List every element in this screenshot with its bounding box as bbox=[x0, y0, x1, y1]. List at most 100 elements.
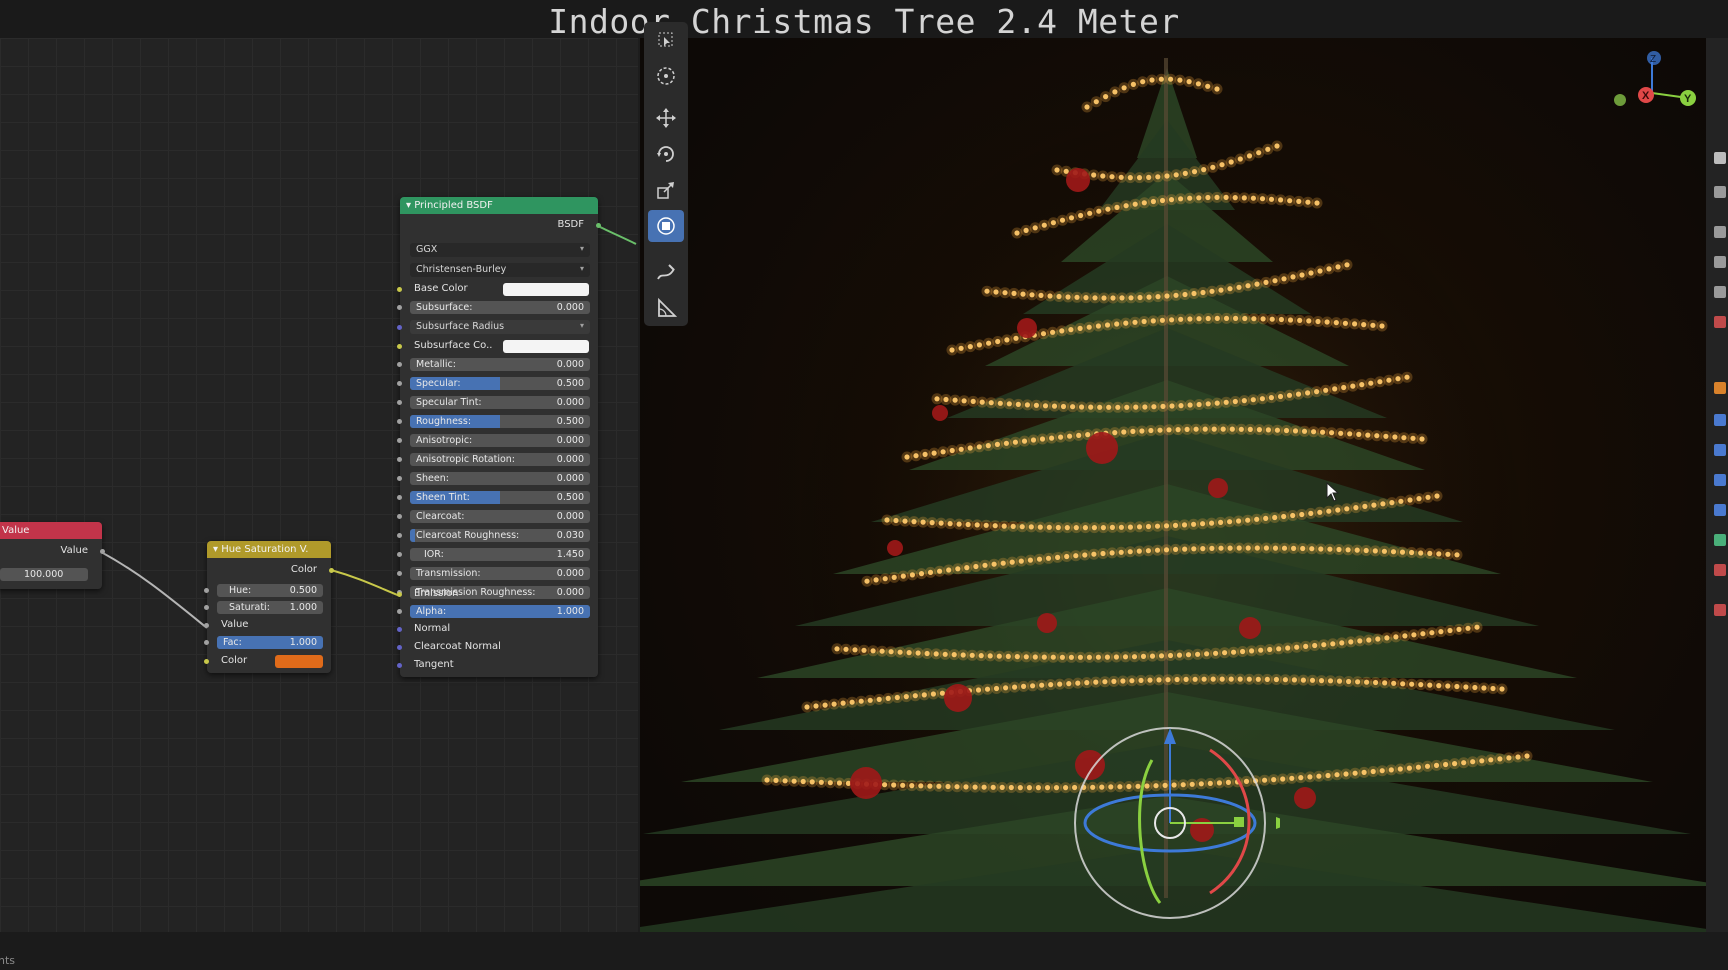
fac-input-socket[interactable] bbox=[204, 640, 209, 645]
value-input-socket[interactable] bbox=[204, 623, 209, 628]
clearcoat-normal-socket[interactable] bbox=[397, 645, 402, 650]
value-output-socket[interactable] bbox=[100, 549, 105, 554]
3d-viewport[interactable]: Z Y X bbox=[640, 38, 1706, 932]
bsdf-field-value: 0.000 bbox=[556, 511, 584, 522]
bsdf-field-label: Sheen Tint: bbox=[416, 492, 470, 503]
color-input-socket[interactable] bbox=[204, 659, 209, 664]
bsdf-field-value: 0.000 bbox=[556, 568, 584, 579]
hue-field-value: 0.500 bbox=[289, 585, 317, 596]
fac-field[interactable]: Fac: 1.000 bbox=[217, 636, 323, 649]
annotate-icon[interactable] bbox=[648, 256, 684, 288]
navigation-axis-gizmo[interactable]: Z Y X bbox=[1600, 38, 1706, 128]
tool-tab-icon[interactable] bbox=[1714, 152, 1726, 164]
bsdf-output-socket[interactable] bbox=[596, 223, 601, 228]
modifier-tab-icon[interactable] bbox=[1714, 414, 1726, 426]
bsdf-field-ior[interactable]: IOR: 1.450 bbox=[410, 548, 590, 561]
output-tab-icon[interactable] bbox=[1714, 226, 1726, 238]
fac-field-label: Fac: bbox=[223, 637, 242, 648]
ornament-ball bbox=[850, 767, 882, 799]
bsdf-field-sheen-tint[interactable]: Sheen Tint: 0.500 bbox=[410, 491, 590, 504]
transform-gizmo[interactable] bbox=[1060, 688, 1280, 928]
subsurface-radius-dropdown[interactable]: Subsurface Radius ▾ bbox=[410, 320, 590, 334]
bsdf-field-socket[interactable] bbox=[397, 438, 402, 443]
view-layer-tab-icon[interactable] bbox=[1714, 256, 1726, 268]
bsdf-field-anisotropic-rotation[interactable]: Anisotropic Rotation: 0.000 bbox=[410, 453, 590, 466]
bsdf-field-clearcoat[interactable]: Clearcoat: 0.000 bbox=[410, 510, 590, 523]
normal-socket[interactable] bbox=[397, 627, 402, 632]
transform-icon[interactable] bbox=[648, 210, 684, 242]
hue-saturation-value-node[interactable]: ▾ Hue Saturation V. Color Hue: 0.500 Sat… bbox=[204, 541, 334, 673]
subsurface-method-dropdown[interactable]: Christensen-Burley ▾ bbox=[410, 263, 590, 277]
light-glow bbox=[992, 336, 1004, 347]
render-tab-icon[interactable] bbox=[1714, 186, 1726, 198]
distribution-dropdown[interactable]: GGX ▾ bbox=[410, 243, 590, 257]
object-tab-icon[interactable] bbox=[1714, 382, 1726, 394]
base-color-socket[interactable] bbox=[397, 287, 402, 292]
saturation-field[interactable]: Saturati: 1.000 bbox=[217, 601, 323, 614]
hue-color-label: Color bbox=[221, 655, 248, 666]
hue-node-header[interactable]: ▾ Hue Saturation V. bbox=[207, 541, 331, 558]
bsdf-node-header[interactable]: ▾ Principled BSDF bbox=[400, 197, 598, 214]
particles-tab-icon[interactable] bbox=[1714, 444, 1726, 456]
bsdf-field-socket[interactable] bbox=[397, 476, 402, 481]
hue-input-socket[interactable] bbox=[204, 588, 209, 593]
bsdf-field-socket[interactable] bbox=[397, 305, 402, 310]
tangent-socket[interactable] bbox=[397, 663, 402, 668]
bsdf-field-socket[interactable] bbox=[397, 552, 402, 557]
bsdf-field-transmission[interactable]: Transmission: 0.000 bbox=[410, 567, 590, 580]
bsdf-field-socket[interactable] bbox=[397, 400, 402, 405]
bsdf-field-socket[interactable] bbox=[397, 514, 402, 519]
light-glow bbox=[1376, 320, 1388, 332]
emission-socket[interactable] bbox=[397, 592, 402, 597]
bsdf-field-alpha[interactable]: Alpha: 1.000 bbox=[410, 605, 590, 618]
measure-icon[interactable] bbox=[648, 292, 684, 324]
scale-icon[interactable] bbox=[648, 174, 684, 206]
bsdf-field-metallic[interactable]: Metallic: 0.000 bbox=[410, 358, 590, 371]
bsdf-field-socket[interactable] bbox=[397, 419, 402, 424]
cursor-icon[interactable] bbox=[648, 60, 684, 92]
bsdf-field-socket[interactable] bbox=[397, 533, 402, 538]
clearcoat-normal-label: Clearcoat Normal bbox=[414, 641, 501, 652]
value-node-header[interactable]: Value bbox=[0, 522, 102, 539]
bsdf-field-label: Alpha: bbox=[416, 606, 447, 617]
constraints-tab-icon[interactable] bbox=[1714, 504, 1726, 516]
saturation-input-socket[interactable] bbox=[204, 605, 209, 610]
subsurface-color-socket[interactable] bbox=[397, 344, 402, 349]
select-box-icon[interactable] bbox=[648, 24, 684, 56]
scene-tab-icon[interactable] bbox=[1714, 286, 1726, 298]
bsdf-field-socket[interactable] bbox=[397, 609, 402, 614]
material-tab-icon[interactable] bbox=[1714, 564, 1726, 576]
bsdf-field-anisotropic[interactable]: Anisotropic: 0.000 bbox=[410, 434, 590, 447]
bsdf-field-socket[interactable] bbox=[397, 381, 402, 386]
base-color-swatch[interactable] bbox=[503, 283, 589, 296]
bsdf-field-socket[interactable] bbox=[397, 362, 402, 367]
axis-neg-y-icon bbox=[1614, 94, 1626, 106]
bsdf-field-socket[interactable] bbox=[397, 457, 402, 462]
rotate-icon[interactable] bbox=[648, 138, 684, 170]
hue-field[interactable]: Hue: 0.500 bbox=[217, 584, 323, 597]
move-icon[interactable] bbox=[648, 102, 684, 134]
hue-output-socket[interactable] bbox=[329, 568, 334, 573]
principled-bsdf-node[interactable]: ▾ Principled BSDF BSDF GGX ▾ Christensen… bbox=[397, 197, 601, 677]
subsurface-color-swatch[interactable] bbox=[503, 340, 589, 353]
bsdf-field-value: 0.030 bbox=[556, 530, 584, 541]
bsdf-field-subsurface[interactable]: Subsurface: 0.000 bbox=[410, 301, 590, 314]
bsdf-field-sheen[interactable]: Sheen: 0.000 bbox=[410, 472, 590, 485]
bsdf-field-value: 0.500 bbox=[556, 492, 584, 503]
emission-color-swatch[interactable] bbox=[275, 655, 323, 668]
physics-tab-icon[interactable] bbox=[1714, 474, 1726, 486]
bsdf-field-clearcoat-roughness[interactable]: Clearcoat Roughness: 0.030 bbox=[410, 529, 590, 542]
texture-tab-icon[interactable] bbox=[1714, 604, 1726, 616]
data-tab-icon[interactable] bbox=[1714, 534, 1726, 546]
value-field[interactable]: 100.000 bbox=[0, 568, 88, 581]
bsdf-field-socket[interactable] bbox=[397, 495, 402, 500]
value-node[interactable]: Value Value 100.000 bbox=[0, 522, 105, 589]
world-tab-icon[interactable] bbox=[1714, 316, 1726, 328]
ornament-ball bbox=[1086, 432, 1118, 464]
bsdf-field-roughness[interactable]: Roughness: 0.500 bbox=[410, 415, 590, 428]
bsdf-field-specular[interactable]: Specular: 0.500 bbox=[410, 377, 590, 390]
bsdf-field-specular-tint[interactable]: Specular Tint: 0.000 bbox=[410, 396, 590, 409]
light-glow bbox=[1311, 197, 1323, 209]
bsdf-field-socket[interactable] bbox=[397, 571, 402, 576]
subsurface-radius-socket[interactable] bbox=[397, 325, 402, 330]
